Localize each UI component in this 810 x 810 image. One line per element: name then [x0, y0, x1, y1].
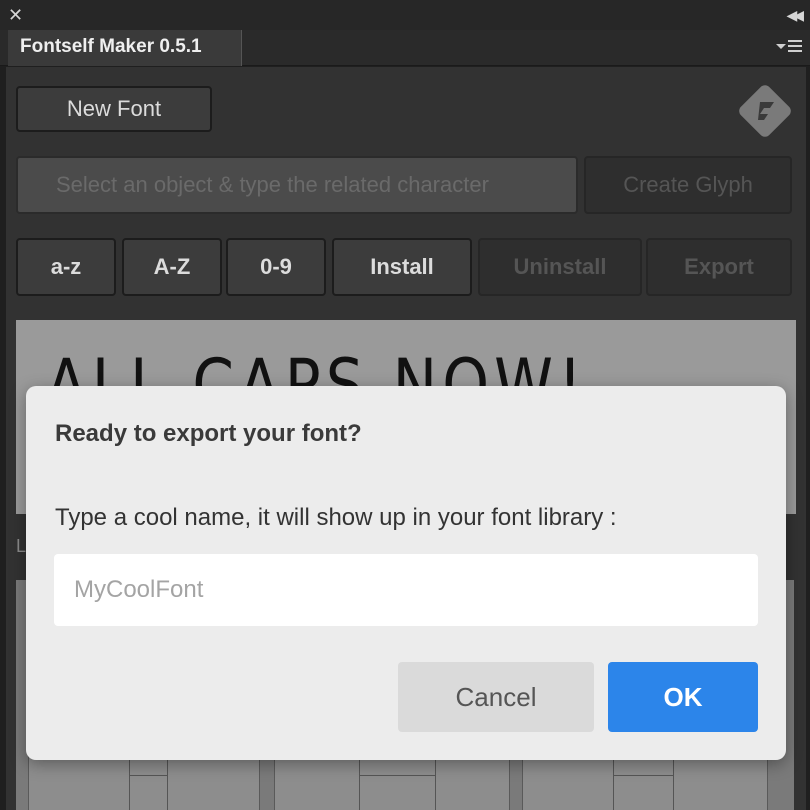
glyph-section-label: L	[16, 536, 27, 556]
lowercase-set-button[interactable]: a-z	[16, 238, 116, 296]
panel-tab-row: Fontself Maker 0.5.1	[0, 30, 810, 66]
new-font-button[interactable]: New Font	[16, 86, 212, 132]
panel-menu-icon[interactable]	[776, 38, 804, 58]
create-glyph-button[interactable]: Create Glyph	[584, 156, 792, 214]
panel-header-strip: ✕ ◀◀	[0, 0, 810, 30]
dialog-title: Ready to export your font?	[55, 420, 362, 447]
uppercase-set-button[interactable]: A-Z	[122, 238, 222, 296]
install-button[interactable]: Install	[332, 238, 472, 296]
cancel-button[interactable]: Cancel	[398, 662, 594, 732]
dialog-description: Type a cool name, it will show up in you…	[55, 504, 617, 531]
ok-button[interactable]: OK	[608, 662, 758, 732]
collapse-icon[interactable]: ◀◀	[786, 4, 803, 26]
close-icon[interactable]: ✕	[8, 3, 23, 27]
tab-fontself-maker[interactable]: Fontself Maker 0.5.1	[8, 30, 242, 66]
digits-set-button[interactable]: 0-9	[226, 238, 326, 296]
uninstall-button[interactable]: Uninstall	[478, 238, 642, 296]
export-button[interactable]: Export	[646, 238, 792, 296]
fontself-logo-icon	[732, 78, 798, 144]
font-name-input[interactable]	[54, 554, 758, 626]
export-dialog: Ready to export your font? Type a cool n…	[26, 386, 786, 760]
select-object-hint-field: Select an object & type the related char…	[16, 156, 578, 214]
